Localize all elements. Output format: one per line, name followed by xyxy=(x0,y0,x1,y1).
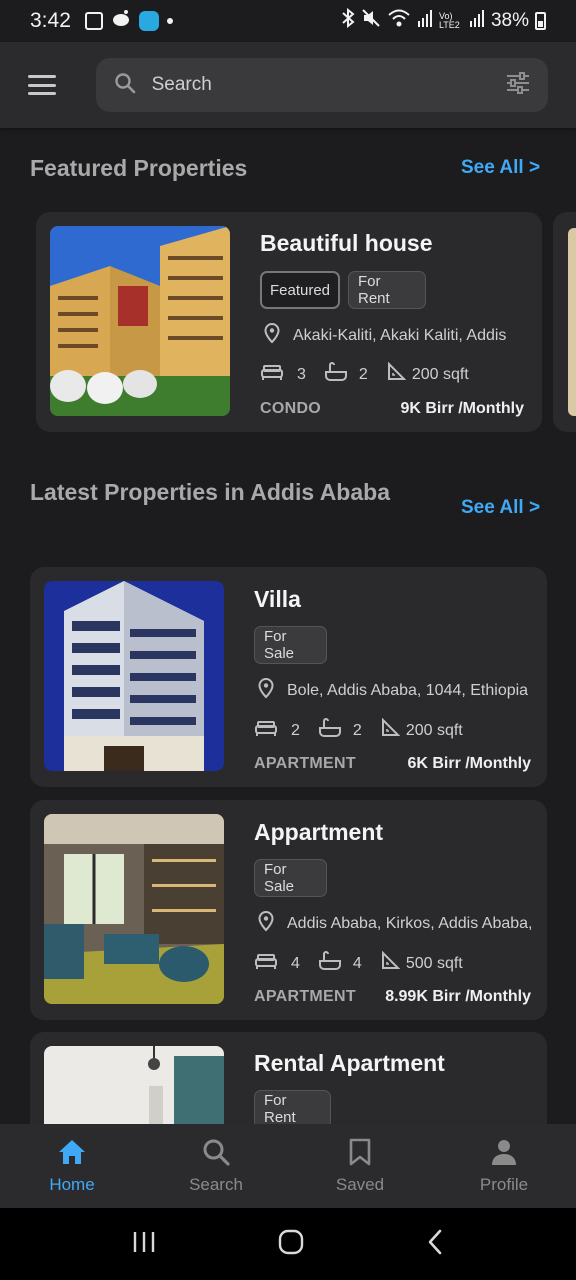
system-navigation-bar xyxy=(0,1208,576,1280)
area-icon xyxy=(380,717,401,743)
nav-saved[interactable]: Saved xyxy=(288,1124,432,1208)
for-sale-tag: For Sale xyxy=(254,859,327,897)
bookmark-icon xyxy=(348,1138,372,1171)
latest-property-card[interactable]: Rental Apartment For Rent xyxy=(30,1032,547,1124)
baths-count: 2 xyxy=(352,721,362,739)
featured-property-card-next[interactable] xyxy=(553,212,576,432)
baths-count: 4 xyxy=(352,954,362,972)
location-text: Akaki-Kaliti, Akaki Kaliti, Addis xyxy=(293,326,507,344)
bluetooth-icon xyxy=(341,7,355,34)
beds-count: 3 xyxy=(297,365,306,383)
nav-saved-label: Saved xyxy=(335,1174,385,1194)
property-price: 8.99K Birr /Monthly xyxy=(385,988,531,1005)
property-price: 6K Birr /Monthly xyxy=(407,755,531,772)
property-title: Villa xyxy=(254,586,301,612)
baths-count: 2 xyxy=(358,365,368,383)
property-location: Akaki-Kaliti, Akaki Kaliti, Addis xyxy=(262,322,506,349)
home-icon xyxy=(57,1138,87,1171)
property-type: APARTMENT xyxy=(254,988,356,1005)
location-text: Bole, Addis Ababa, 1044, Ethiopia xyxy=(287,681,529,699)
wifi-icon xyxy=(387,8,411,34)
more-notifications-dot xyxy=(166,18,173,24)
back-button[interactable] xyxy=(425,1229,445,1260)
featured-tag: Featured xyxy=(260,271,340,309)
home-button[interactable] xyxy=(278,1229,304,1260)
beds-count: 4 xyxy=(291,954,300,972)
area-value: 200 sqft xyxy=(411,365,469,383)
featured-property-card[interactable]: Beautiful house Featured For Rent Akaki-… xyxy=(36,212,542,432)
property-image xyxy=(44,1046,224,1124)
nav-profile-label: Profile xyxy=(479,1174,529,1194)
latest-property-card[interactable]: Appartment For Sale Addis Ababa, Kirkos,… xyxy=(30,800,547,1020)
status-time: 3:42 xyxy=(30,9,71,32)
bottom-navigation: Home Search Saved Profile xyxy=(0,1124,576,1208)
search-bar[interactable] xyxy=(95,58,548,112)
nav-search-label: Search xyxy=(189,1174,243,1194)
search-input[interactable] xyxy=(151,74,482,96)
property-image xyxy=(44,581,224,771)
area-icon xyxy=(380,950,401,976)
nav-home-label: Home xyxy=(49,1174,95,1194)
property-price: 9K Birr /Monthly xyxy=(400,400,524,417)
battery-icon xyxy=(535,12,546,30)
menu-button[interactable] xyxy=(28,75,56,95)
bath-icon xyxy=(318,950,342,977)
bath-icon xyxy=(324,361,348,388)
recent-apps-button[interactable] xyxy=(131,1229,157,1260)
status-bar: 3:42 Vo) LTE2 38% xyxy=(0,0,576,42)
nav-profile[interactable]: Profile xyxy=(432,1124,576,1208)
bath-icon xyxy=(318,717,342,744)
location-text: Addis Ababa, Kirkos, Addis Ababa, xyxy=(287,914,533,932)
area-value: 200 sqft xyxy=(405,721,463,739)
property-title: Rental Apartment xyxy=(254,1050,445,1076)
area-icon xyxy=(386,361,407,387)
network-type: Vo) LTE2 xyxy=(438,11,460,30)
for-rent-tag: For Rent xyxy=(254,1090,331,1124)
reddit-notification-icon xyxy=(111,9,131,33)
property-specs: 4 4 500 sqft xyxy=(254,950,463,977)
top-app-bar xyxy=(0,42,576,128)
latest-see-all-link[interactable]: See All > xyxy=(461,497,540,519)
property-title: Beautiful house xyxy=(260,230,433,256)
filter-icon[interactable] xyxy=(506,71,530,99)
bed-icon xyxy=(260,363,284,386)
search-icon xyxy=(114,72,136,99)
battery-percent: 38% xyxy=(490,10,529,31)
property-location: Bole, Addis Ababa, 1044, Ethiopia xyxy=(256,677,528,704)
area-value: 500 sqft xyxy=(405,954,463,972)
signal-icon xyxy=(417,9,433,33)
property-specs: 3 2 200 sqft xyxy=(260,361,469,388)
person-icon xyxy=(490,1138,518,1171)
featured-section-title: Featured Properties xyxy=(30,155,248,181)
property-location: Addis Ababa, Kirkos, Addis Ababa, xyxy=(256,910,533,937)
for-rent-tag: For Rent xyxy=(348,271,426,309)
app-notification-icon xyxy=(138,11,159,31)
bed-icon xyxy=(254,952,278,975)
search-icon xyxy=(202,1138,230,1171)
bed-icon xyxy=(254,719,278,742)
latest-property-card[interactable]: Villa For Sale Bole, Addis Ababa, 1044, … xyxy=(30,567,547,787)
property-type: APARTMENT xyxy=(254,755,356,772)
property-image xyxy=(50,226,230,416)
latest-section-title: Latest Properties in Addis Ababa xyxy=(30,479,390,505)
signal-icon-2 xyxy=(469,9,485,33)
featured-see-all-link[interactable]: See All > xyxy=(461,157,540,179)
location-pin-icon xyxy=(256,910,276,937)
mute-icon xyxy=(361,8,381,34)
property-specs: 2 2 200 sqft xyxy=(254,717,463,744)
property-image xyxy=(44,814,224,1004)
gallery-notification-icon xyxy=(84,12,103,30)
property-type: CONDO xyxy=(260,400,322,417)
for-sale-tag: For Sale xyxy=(254,626,327,664)
beds-count: 2 xyxy=(291,721,300,739)
property-title: Appartment xyxy=(254,819,384,845)
nav-search[interactable]: Search xyxy=(144,1124,288,1208)
location-pin-icon xyxy=(262,322,282,349)
nav-home[interactable]: Home xyxy=(0,1124,144,1208)
location-pin-icon xyxy=(256,677,276,704)
